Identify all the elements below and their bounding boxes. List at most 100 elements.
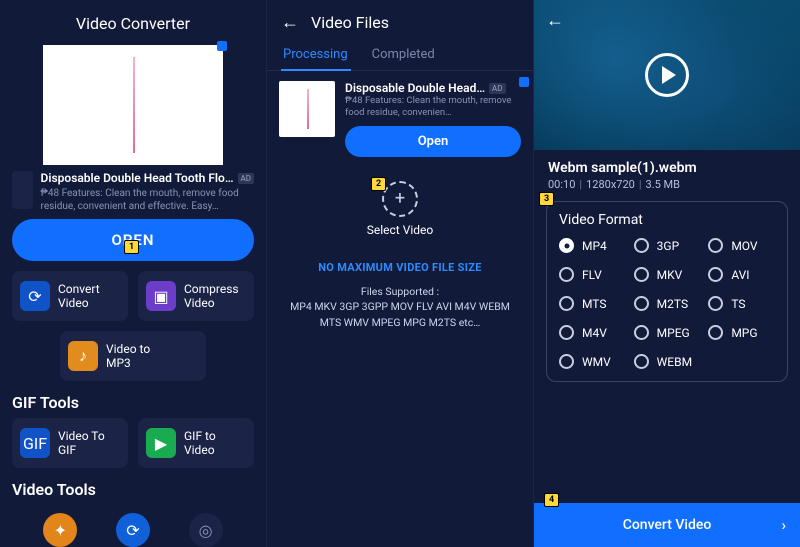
- file-resolution: 1280x720: [586, 178, 635, 191]
- convert-video-label: Convert Video: [58, 282, 100, 311]
- select-video-label[interactable]: Select Video: [267, 223, 533, 237]
- panel-home: Video Converter Disposable Double Head T…: [0, 0, 266, 547]
- ad-banner-image[interactable]: [43, 45, 223, 165]
- format-option-avi[interactable]: AVI: [708, 267, 775, 282]
- format-option-mpg[interactable]: MPG: [708, 325, 775, 340]
- ad-badge: AD: [489, 83, 505, 94]
- convert-video-button[interactable]: 4 Convert Video ›: [534, 503, 800, 547]
- format-label: AVI: [731, 268, 749, 282]
- ad-thumbnail: [12, 171, 33, 209]
- format-option-webm[interactable]: WEBM: [634, 354, 701, 369]
- chevron-right-icon: ›: [781, 516, 786, 534]
- format-label: MPG: [731, 326, 757, 340]
- gif-to-video-card[interactable]: ▶ GIF to Video: [138, 418, 254, 468]
- step-marker-2: 2: [371, 177, 386, 191]
- radio-icon: [559, 354, 574, 369]
- compress-video-icon: ▣: [146, 281, 176, 311]
- compress-video-card[interactable]: ▣ Compress Video: [138, 271, 254, 321]
- format-label: WEBM: [657, 355, 692, 369]
- format-label: MKV: [657, 268, 683, 282]
- gif-to-video-label: GIF to Video: [184, 429, 216, 458]
- panel-video-files: ← Video Files Processing Completed Dispo…: [266, 0, 533, 547]
- tab-processing[interactable]: Processing: [281, 41, 350, 70]
- format-option-wmv[interactable]: WMV: [559, 354, 626, 369]
- video-format-header: Video Format: [559, 212, 775, 228]
- format-label: MPEG: [657, 326, 690, 340]
- files-supported-list: MP4 MKV 3GP 3GPP MOV FLV AVI M4V WEBM MT…: [287, 299, 513, 331]
- back-icon[interactable]: ←: [281, 12, 299, 33]
- app-title: Video Converter: [0, 0, 266, 41]
- radio-icon: [634, 267, 649, 282]
- format-option-mov[interactable]: MOV: [708, 238, 775, 253]
- radio-icon: [708, 325, 723, 340]
- radio-icon: [708, 267, 723, 282]
- radio-icon: [559, 238, 574, 253]
- format-option-mpeg[interactable]: MPEG: [634, 325, 701, 340]
- format-label: FLV: [582, 268, 602, 282]
- radio-icon: [634, 238, 649, 253]
- format-label: 3GP: [657, 239, 680, 253]
- files-supported-header: Files Supported :: [287, 284, 513, 300]
- ad-corner-icon: [519, 77, 529, 87]
- bottom-tool-1-icon[interactable]: ✦: [43, 513, 77, 547]
- video-to-gif-icon: GIF: [20, 428, 50, 458]
- ad-subtitle: ₱48 Features: Clean the mouth, remove fo…: [345, 95, 521, 120]
- format-label: M4V: [582, 326, 607, 340]
- radio-icon: [634, 325, 649, 340]
- file-duration: 00:10: [548, 178, 575, 191]
- step-marker-4: 4: [544, 493, 559, 507]
- format-label: MP4: [582, 239, 607, 253]
- video-to-mp3-card[interactable]: ♪ Video to MP3: [60, 331, 206, 381]
- video-preview: ←: [534, 0, 800, 150]
- format-option-3gp[interactable]: 3GP: [634, 238, 701, 253]
- file-info: 00:10|1280x720|3.5 MB: [534, 178, 800, 197]
- format-option-mp4[interactable]: MP4: [559, 238, 626, 253]
- radio-icon: [634, 296, 649, 311]
- radio-icon: [708, 238, 723, 253]
- radio-icon: [559, 325, 574, 340]
- format-label: MOV: [731, 239, 757, 253]
- format-option-ts[interactable]: TS: [708, 296, 775, 311]
- format-label: WMV: [582, 355, 611, 369]
- format-label: MTS: [582, 297, 607, 311]
- ad-badge: AD: [238, 173, 254, 184]
- convert-video-card[interactable]: ⟳ Convert Video: [12, 271, 128, 321]
- bottom-tool-2-icon[interactable]: ⟳: [116, 513, 150, 547]
- file-name: Webm sample(1).webm: [534, 150, 800, 178]
- ad-title: Disposable Double Head Tooth Flo…: [41, 171, 234, 185]
- gif-to-video-icon: ▶: [146, 428, 176, 458]
- tab-completed[interactable]: Completed: [370, 41, 437, 70]
- convert-video-icon: ⟳: [20, 281, 50, 311]
- video-to-gif-label: Video To GIF: [58, 429, 105, 458]
- format-option-mkv[interactable]: MKV: [634, 267, 701, 282]
- video-format-box: 3 Video Format MP43GPMOVFLVMKVAVIMTSM2TS…: [546, 201, 788, 382]
- video-to-mp3-label: Video to MP3: [106, 342, 150, 371]
- ad-open-button[interactable]: Open: [345, 126, 521, 157]
- format-option-m2ts[interactable]: M2TS: [634, 296, 701, 311]
- step-marker-3: 3: [539, 192, 554, 206]
- video-to-gif-card[interactable]: GIF Video To GIF: [12, 418, 128, 468]
- radio-icon: [559, 296, 574, 311]
- compress-video-label: Compress Video: [184, 282, 239, 311]
- ad-row: Disposable Double Head… AD ₱48 Features:…: [267, 71, 533, 157]
- step-marker-1: 1: [124, 240, 139, 254]
- format-label: M2TS: [657, 297, 688, 311]
- ad-text-row: Disposable Double Head Tooth Flo… AD ₱48…: [0, 165, 266, 213]
- play-button[interactable]: [645, 53, 689, 97]
- gif-tools-header: GIF Tools: [0, 381, 266, 418]
- video-tools-header: Video Tools: [0, 468, 266, 505]
- panel-convert: ← Webm sample(1).webm 00:10|1280x720|3.5…: [533, 0, 800, 547]
- radio-icon: [559, 267, 574, 282]
- select-video-icon[interactable]: +: [382, 181, 418, 217]
- bottom-tool-3-icon[interactable]: ◎: [189, 513, 223, 547]
- radio-icon: [634, 354, 649, 369]
- page-title: Video Files: [311, 13, 389, 32]
- no-max-size-text: NO MAXIMUM VIDEO FILE SIZE: [267, 261, 533, 274]
- format-option-mts[interactable]: MTS: [559, 296, 626, 311]
- format-option-flv[interactable]: FLV: [559, 267, 626, 282]
- back-icon[interactable]: ←: [546, 10, 564, 31]
- convert-video-label: Convert Video: [623, 517, 712, 533]
- ad-subtitle: ₱48 Features: Clean the mouth, remove fo…: [41, 187, 254, 213]
- ad-thumbnail: [279, 81, 335, 137]
- format-option-m4v[interactable]: M4V: [559, 325, 626, 340]
